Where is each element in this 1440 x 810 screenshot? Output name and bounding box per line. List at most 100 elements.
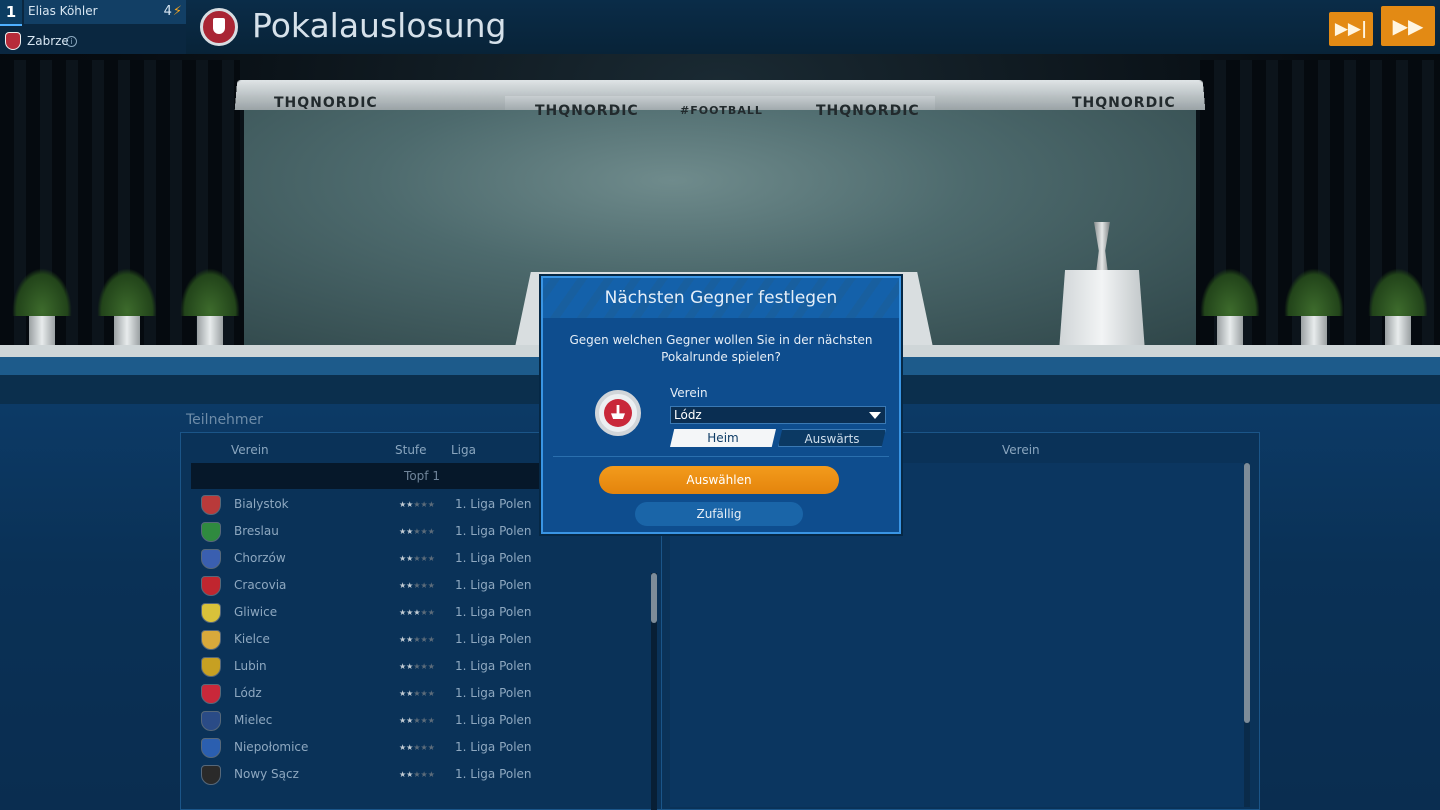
team-row[interactable]: Lubin ★★★★★ 1. Liga Polen bbox=[191, 653, 653, 680]
team-list: Bialystok ★★★★★ 1. Liga Polen Breslau ★★★★★ 1… bbox=[191, 491, 653, 788]
opponents-scrollbar[interactable] bbox=[1244, 463, 1250, 807]
stage-logo: THQNORDIC bbox=[535, 103, 639, 119]
star-icon: ★ bbox=[427, 743, 435, 752]
team-row[interactable]: Niepołomice ★★★★★ 1. Liga Polen bbox=[191, 734, 653, 761]
team-crest-icon bbox=[201, 765, 221, 785]
star-icon: ★ bbox=[413, 770, 421, 779]
skip-to-end-button[interactable]: ▶▶| bbox=[1329, 12, 1373, 46]
stage-logo: THQNORDIC bbox=[1072, 95, 1176, 111]
team-row[interactable]: Cracovia ★★★★★ 1. Liga Polen bbox=[191, 572, 653, 599]
lightning-icon: ⚡ bbox=[172, 4, 182, 19]
manager-level-value: 4 bbox=[163, 4, 172, 19]
column-header-club[interactable]: Verein bbox=[1002, 443, 1040, 457]
star-icon: ★ bbox=[427, 770, 435, 779]
dialog-title: Nächsten Gegner festlegen bbox=[604, 288, 838, 308]
away-toggle[interactable]: Auswärts bbox=[778, 429, 886, 447]
team-league: 1. Liga Polen bbox=[455, 605, 532, 619]
star-icon: ★ bbox=[413, 581, 421, 590]
team-name: Nowy Sącz bbox=[234, 767, 299, 781]
manager-level: 4⚡ bbox=[164, 0, 182, 24]
team-league: 1. Liga Polen bbox=[455, 767, 532, 781]
star-icon: ★ bbox=[420, 608, 428, 617]
team-row[interactable]: Mielec ★★★★★ 1. Liga Polen bbox=[191, 707, 653, 734]
manager-rank: 1 bbox=[0, 0, 22, 24]
star-icon: ★ bbox=[420, 500, 428, 509]
team-level-stars: ★★★★★ bbox=[399, 761, 435, 788]
club-crest-icon bbox=[5, 32, 21, 50]
team-crest-icon bbox=[201, 711, 221, 731]
team-league: 1. Liga Polen bbox=[455, 497, 532, 511]
page-header: Pokalauslosung ▶▶| ▶▶ bbox=[186, 0, 1440, 54]
info-icon[interactable]: i bbox=[66, 36, 77, 47]
team-name: Niepołomice bbox=[234, 740, 309, 754]
column-header-club[interactable]: Verein bbox=[231, 443, 269, 457]
team-crest-icon bbox=[201, 630, 221, 650]
dialog-question: Gegen welchen Gegner wollen Sie in der n… bbox=[569, 333, 873, 364]
team-level-stars: ★★★★★ bbox=[399, 707, 435, 734]
scrollbar-thumb[interactable] bbox=[651, 573, 657, 623]
club-select-value: Lódz bbox=[674, 408, 702, 422]
club-row[interactable]: Zabrze i bbox=[0, 28, 186, 54]
plant-decoration bbox=[97, 268, 157, 352]
plant-decoration bbox=[1368, 268, 1428, 352]
star-icon: ★ bbox=[420, 581, 428, 590]
team-name: Breslau bbox=[234, 524, 279, 538]
column-header-league[interactable]: Liga bbox=[451, 443, 476, 457]
team-name: Kielce bbox=[234, 632, 270, 646]
plant-decoration bbox=[1200, 268, 1260, 352]
dialog-title-bar: Nächsten Gegner festlegen bbox=[543, 278, 899, 318]
team-name: Mielec bbox=[234, 713, 273, 727]
team-row[interactable]: Nowy Sącz ★★★★★ 1. Liga Polen bbox=[191, 761, 653, 788]
dialog-divider bbox=[553, 456, 889, 457]
team-level-stars: ★★★★★ bbox=[399, 680, 435, 707]
team-league: 1. Liga Polen bbox=[455, 551, 532, 565]
star-icon: ★ bbox=[427, 635, 435, 644]
team-crest-icon bbox=[201, 684, 221, 704]
team-crest-icon bbox=[201, 495, 221, 515]
team-league: 1. Liga Polen bbox=[455, 632, 532, 646]
star-icon: ★ bbox=[413, 527, 421, 536]
fast-forward-button[interactable]: ▶▶ bbox=[1381, 6, 1435, 46]
manager-panel[interactable]: 1 Elias Köhler 4⚡ Zabrze i bbox=[0, 0, 186, 54]
star-icon: ★ bbox=[420, 716, 428, 725]
star-icon: ★ bbox=[427, 500, 435, 509]
team-level-stars: ★★★★★ bbox=[399, 518, 435, 545]
star-icon: ★ bbox=[413, 716, 421, 725]
team-crest-icon bbox=[201, 576, 221, 596]
star-icon: ★ bbox=[427, 716, 435, 725]
star-icon: ★ bbox=[427, 581, 435, 590]
team-row[interactable]: Lódz ★★★★★ 1. Liga Polen bbox=[191, 680, 653, 707]
plant-decoration bbox=[1284, 268, 1344, 352]
star-icon: ★ bbox=[413, 608, 421, 617]
star-icon: ★ bbox=[413, 500, 421, 509]
column-header-level[interactable]: Stufe bbox=[395, 443, 427, 457]
select-button[interactable]: Auswählen bbox=[599, 466, 839, 494]
star-icon: ★ bbox=[413, 554, 421, 563]
team-name: Bialystok bbox=[234, 497, 289, 511]
scrollbar-thumb[interactable] bbox=[1244, 463, 1250, 723]
star-icon: ★ bbox=[420, 743, 428, 752]
star-icon: ★ bbox=[420, 635, 428, 644]
page-title: Pokalauslosung bbox=[252, 6, 507, 45]
participants-scrollbar[interactable] bbox=[651, 573, 657, 810]
team-row[interactable]: Kielce ★★★★★ 1. Liga Polen bbox=[191, 626, 653, 653]
random-button[interactable]: Zufällig bbox=[635, 502, 803, 526]
team-league: 1. Liga Polen bbox=[455, 686, 532, 700]
star-icon: ★ bbox=[413, 662, 421, 671]
team-row[interactable]: Chorzów ★★★★★ 1. Liga Polen bbox=[191, 545, 653, 572]
manager-name-bar[interactable]: Elias Köhler 4⚡ bbox=[24, 0, 186, 24]
star-icon: ★ bbox=[420, 554, 428, 563]
club-select[interactable]: Lódz bbox=[670, 406, 886, 424]
team-league: 1. Liga Polen bbox=[455, 659, 532, 673]
team-name: Chorzów bbox=[234, 551, 286, 565]
star-icon: ★ bbox=[420, 527, 428, 536]
star-icon: ★ bbox=[420, 689, 428, 698]
home-toggle[interactable]: Heim bbox=[670, 429, 776, 447]
team-level-stars: ★★★★★ bbox=[399, 545, 435, 572]
stage-logo: THQNORDIC bbox=[816, 103, 920, 119]
star-icon: ★ bbox=[427, 662, 435, 671]
skip-icon: ▶▶| bbox=[1334, 19, 1368, 39]
star-icon: ★ bbox=[427, 608, 435, 617]
star-icon: ★ bbox=[413, 743, 421, 752]
team-row[interactable]: Gliwice ★★★★★ 1. Liga Polen bbox=[191, 599, 653, 626]
